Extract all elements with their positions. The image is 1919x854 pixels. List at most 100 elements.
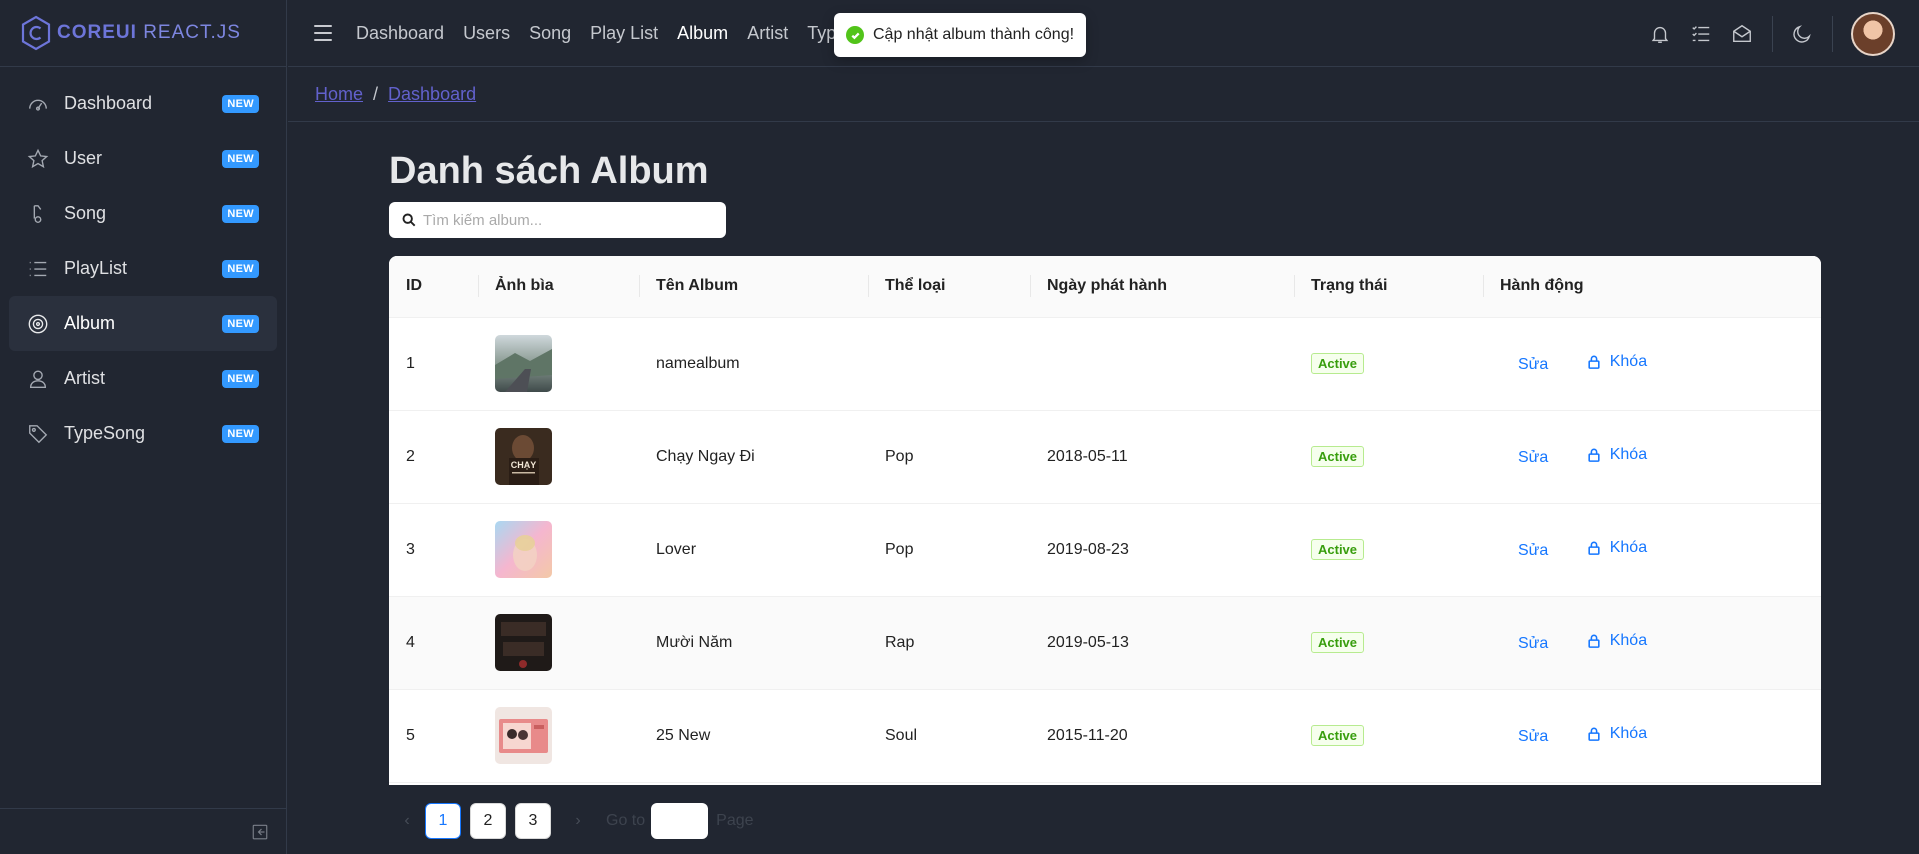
sidebar-item-user[interactable]: User NEW (9, 131, 277, 186)
avatar[interactable] (1851, 11, 1895, 56)
top-nav-song[interactable]: Song (529, 23, 571, 44)
page-button-1[interactable]: 1 (425, 803, 461, 839)
cell-release-date: 2018-05-11 (1047, 447, 1128, 465)
sidebar-item-label: Dashboard (64, 93, 153, 113)
lock-button[interactable]: Khóa (1587, 539, 1647, 557)
lock-button[interactable]: Khóa (1587, 353, 1647, 371)
album-cover-image[interactable] (495, 335, 552, 392)
new-badge: NEW (222, 149, 259, 168)
lock-button[interactable]: Khóa (1587, 446, 1647, 464)
lock-icon (1588, 355, 1600, 369)
new-badge: NEW (222, 94, 259, 113)
cell-id: 5 (406, 726, 415, 744)
edit-button[interactable]: Sửa (1518, 635, 1548, 653)
page-button-3[interactable]: 3 (515, 803, 551, 839)
cell-name: namealbum (656, 354, 740, 372)
edit-button[interactable]: Sửa (1518, 449, 1548, 467)
lock-label: Khóa (1609, 632, 1648, 649)
status-badge: Active (1311, 539, 1365, 560)
sidebar-item-dashboard[interactable]: Dashboard NEW (9, 76, 277, 131)
moon-icon[interactable] (1791, 23, 1813, 45)
status-badge: Active (1311, 725, 1365, 746)
sidebar-toggler[interactable] (0, 808, 287, 854)
cell-cover (478, 596, 639, 689)
prev-page-button[interactable]: ‹ (389, 803, 425, 839)
top-nav-users[interactable]: Users (463, 23, 510, 44)
cell-status: Active (1294, 317, 1483, 410)
lock-button[interactable]: Khóa (1587, 725, 1647, 743)
goto-label: Go to (606, 812, 646, 829)
task-list-icon[interactable] (1690, 23, 1712, 45)
cell-genre: Soul (885, 726, 918, 744)
cell-release-date: 2019-08-23 (1047, 540, 1129, 558)
lock-icon (1588, 727, 1600, 741)
edit-button[interactable]: Sửa (1518, 356, 1548, 374)
page-title: Danh sách Album (389, 150, 709, 192)
cell-cover (478, 317, 639, 410)
column-header-actions: Hành động (1483, 256, 1821, 318)
breadcrumb-home[interactable]: Home (315, 84, 363, 105)
goto-page: Go to Page (606, 803, 754, 839)
sidebar-item-album[interactable]: Album NEW (9, 296, 277, 351)
goto-page-input[interactable] (651, 803, 709, 839)
cell-genre: Pop (885, 540, 914, 558)
search-box[interactable] (389, 202, 726, 238)
cell-actions: Sửa Khóa (1483, 596, 1821, 689)
lock-button[interactable]: Khóa (1587, 632, 1647, 650)
cell-status: Active (1294, 410, 1483, 503)
lock-icon (1588, 634, 1600, 648)
cell-name: 25 New (656, 726, 711, 744)
table-row: 5 25 New Soul 2015-11-20 Active Sửa Khóa (389, 689, 1821, 782)
cell-release-date: 2019-05-13 (1047, 633, 1129, 651)
status-badge: Active (1311, 446, 1365, 467)
success-toast: Cập nhật album thành công! (834, 13, 1087, 57)
pagination: ‹ 1 2 3 › Go to Page (389, 803, 754, 839)
new-badge: NEW (222, 369, 259, 388)
search-input[interactable] (423, 211, 713, 229)
svg-text:CHẠY: CHẠY (511, 460, 537, 470)
cell-id: 1 (406, 354, 415, 372)
sidebar-item-label: Artist (64, 368, 106, 388)
album-cover-image[interactable]: CHẠY (495, 428, 552, 485)
page-button-2[interactable]: 2 (470, 803, 506, 839)
status-badge: Active (1311, 632, 1365, 653)
top-nav: Dashboard Users Song Play List Album Art… (356, 23, 864, 44)
new-badge: NEW (222, 259, 259, 278)
cell-status: Active (1294, 596, 1483, 689)
edit-button[interactable]: Sửa (1518, 542, 1548, 560)
sidebar-item-song[interactable]: Song NEW (9, 186, 277, 241)
top-nav-artist[interactable]: Artist (747, 23, 788, 44)
cell-actions: Sửa Khóa (1483, 410, 1821, 503)
album-cover-image[interactable] (495, 707, 552, 764)
new-badge: NEW (222, 204, 259, 223)
next-page-button[interactable]: › (560, 803, 596, 839)
sidebar-item-label: User (64, 148, 103, 168)
lock-icon (1588, 541, 1600, 555)
envelope-icon[interactable] (1731, 23, 1753, 45)
sidebar-item-label: TypeSong (64, 423, 146, 443)
music-note-icon (27, 203, 49, 225)
album-cover-image[interactable] (495, 614, 552, 671)
album-cover-image[interactable] (495, 521, 552, 578)
menu-toggle-icon[interactable] (314, 25, 332, 41)
sidebar-item-typesong[interactable]: TypeSong NEW (9, 406, 277, 461)
sidebar-item-playlist[interactable]: PlayList NEW (9, 241, 277, 296)
edit-button[interactable]: Sửa (1518, 728, 1548, 746)
brand-text: COREUI REACT.JS (57, 22, 241, 43)
brand-logo[interactable]: COREUI REACT.JS (0, 0, 286, 67)
top-nav-dashboard[interactable]: Dashboard (356, 23, 444, 44)
bell-icon[interactable] (1649, 23, 1671, 45)
top-nav-playlist[interactable]: Play List (590, 23, 658, 44)
toast-message: Cập nhật album thành công! (873, 26, 1075, 43)
column-header-name: Tên Album (639, 256, 868, 318)
collapse-sidebar-icon (252, 824, 268, 839)
new-badge: NEW (222, 314, 259, 333)
header-divider (1832, 15, 1833, 52)
disc-icon (27, 313, 49, 335)
cell-genre (868, 317, 1030, 410)
top-nav-album[interactable]: Album (677, 23, 728, 44)
breadcrumb-current[interactable]: Dashboard (388, 84, 476, 105)
sidebar-nav: Dashboard NEW User NEW Song NEW PlayList… (0, 67, 286, 461)
column-header-genre: Thể loại (868, 256, 1030, 318)
sidebar-item-artist[interactable]: Artist NEW (9, 351, 277, 406)
